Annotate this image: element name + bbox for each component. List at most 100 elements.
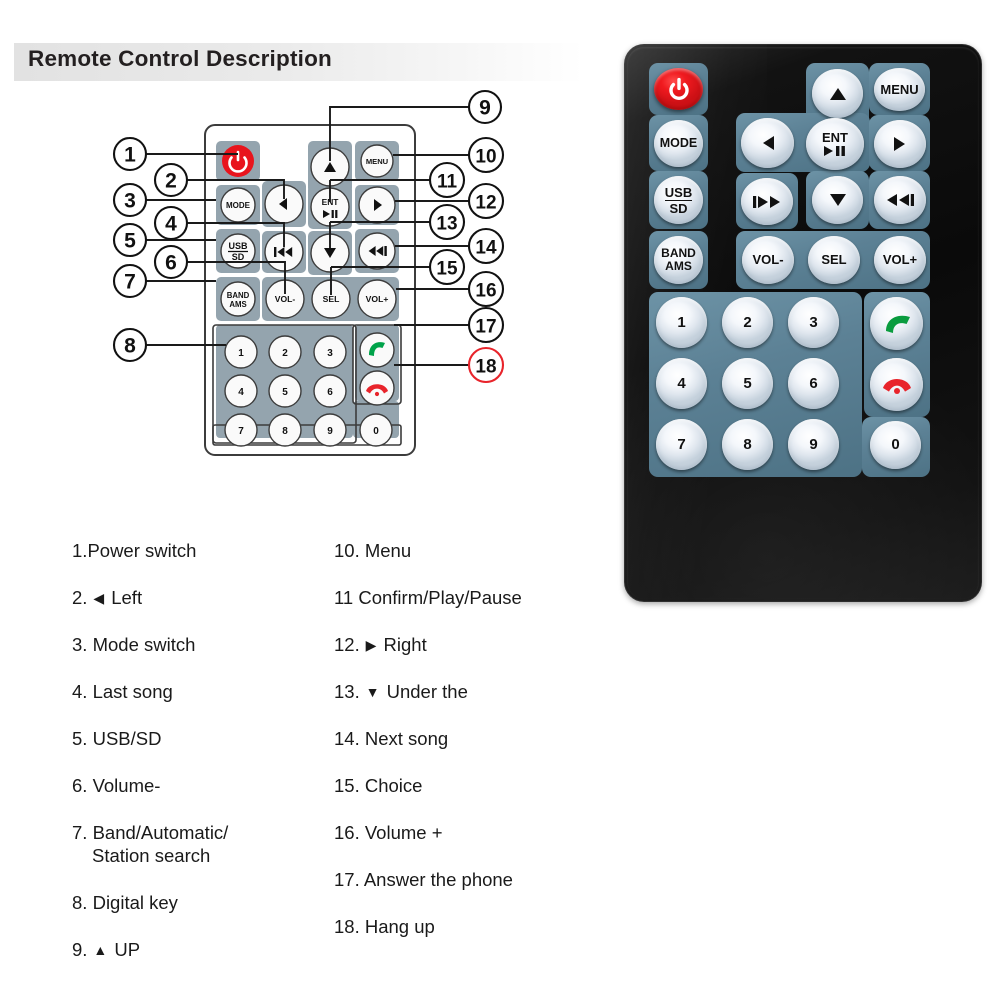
photo-menu-button[interactable]: MENU	[874, 68, 925, 111]
photo-digit-1[interactable]: 1	[656, 297, 707, 348]
photo-up-button[interactable]	[812, 69, 863, 118]
photo-vol-up-button[interactable]: VOL+	[874, 236, 926, 284]
legend-item-text: Answer the phone	[363, 869, 513, 890]
legend-item-glyph-icon: ▲	[89, 942, 108, 958]
photo-right-button[interactable]	[874, 120, 926, 168]
legend-item-number: 15.	[334, 775, 360, 796]
legend-item-14: 14. Next song	[334, 728, 448, 751]
legend-item-number: 18.	[334, 916, 360, 937]
callout-label: 2	[165, 170, 177, 193]
legend-item-text-continued: Station search	[92, 844, 211, 866]
legend-item-number: 2.	[72, 587, 88, 608]
legend-item-text: Right	[383, 634, 427, 655]
photo-digit-6[interactable]: 6	[788, 358, 839, 409]
svg-text:MODE: MODE	[226, 201, 251, 210]
callout-4: 4	[153, 205, 189, 241]
svg-text:SD: SD	[232, 252, 245, 262]
photo-hang-up-button[interactable]	[870, 358, 923, 411]
callout-label: 6	[165, 252, 177, 275]
callout-label: 13	[436, 214, 457, 235]
legend-item-8: 8. Digital key	[72, 892, 178, 915]
svg-text:AMS: AMS	[229, 300, 246, 309]
legend-item-number: 12.	[334, 634, 360, 655]
svg-text:3: 3	[327, 348, 333, 359]
legend-item-text: Last song	[87, 681, 173, 702]
remote-control-description-page: Remote Control Description MENU MODE ENT…	[0, 0, 1000, 1000]
photo-digit-3[interactable]: 3	[788, 297, 839, 348]
legend-item-text: Power switch	[87, 540, 197, 561]
legend-item-text: Volume-	[87, 775, 161, 796]
legend-item-text: Left	[111, 587, 143, 608]
callout-2: 2	[153, 162, 189, 198]
photo-vol-down-button[interactable]: VOL-	[742, 236, 794, 284]
legend-item-number: 16.	[334, 822, 360, 843]
callout-7: 7	[112, 263, 148, 299]
photo-prev-button[interactable]	[741, 178, 793, 225]
callout-label: 10	[475, 147, 496, 168]
photo-sel-button[interactable]: SEL	[808, 236, 860, 284]
callout-15: 15	[428, 248, 466, 286]
callout-label: 3	[124, 190, 136, 213]
photo-digit-0[interactable]: 0	[870, 421, 921, 469]
legend-item-number: 1.	[72, 540, 88, 561]
legend-item-text: Choice	[364, 775, 423, 796]
callout-label: 11	[437, 172, 458, 193]
photo-power-button[interactable]	[654, 68, 703, 110]
legend-item-number: 5.	[72, 728, 88, 749]
callout-9: 9	[467, 89, 503, 125]
callout-3: 3	[112, 182, 148, 218]
remote-diagram: MENU MODE ENT USB SD BAND AMS VOL- SEL V…	[0, 85, 600, 505]
callout-1: 1	[112, 136, 148, 172]
svg-text:MENU: MENU	[366, 157, 389, 166]
photo-usb-label: USB	[664, 184, 693, 201]
legend-item-10: 10. Menu	[334, 540, 411, 563]
svg-text:USB: USB	[228, 241, 248, 251]
svg-text:6: 6	[327, 387, 333, 398]
callout-8: 8	[112, 327, 148, 363]
photo-digit-2[interactable]: 2	[722, 297, 773, 348]
legend-item-number: 9.	[72, 939, 88, 960]
legend-item-3: 3. Mode switch	[72, 634, 195, 657]
photo-ent-button[interactable]: ENT	[806, 118, 864, 170]
callout-17: 17	[467, 306, 505, 344]
up-triangle-icon	[829, 87, 846, 100]
callout-13: 13	[428, 203, 466, 241]
legend-item-6: 6. Volume-	[72, 775, 160, 798]
photo-digit-4[interactable]: 4	[656, 358, 707, 409]
photo-down-button[interactable]	[812, 176, 863, 224]
next-track-icon	[887, 194, 914, 206]
legend-item-number: 13.	[334, 681, 360, 702]
photo-digit-7[interactable]: 7	[656, 419, 707, 470]
legend-item-15: 15. Choice	[334, 775, 422, 798]
legend-item-4: 4. Last song	[72, 681, 173, 704]
legend-item-number: 10.	[334, 540, 360, 561]
photo-digit-5[interactable]: 5	[722, 358, 773, 409]
photo-digit-9[interactable]: 9	[788, 419, 839, 470]
legend-item-text: Mode switch	[87, 634, 196, 655]
legend-list: 1.Power switch 2. ◀ Left 3. Mode switch 4. …	[0, 520, 620, 990]
callout-11: 11	[428, 161, 466, 199]
photo-left-button[interactable]	[741, 118, 794, 168]
svg-text:7: 7	[238, 426, 244, 437]
legend-item-text: Next song	[364, 728, 449, 749]
play-pause-icon	[824, 146, 845, 156]
photo-mode-button[interactable]: MODE	[654, 120, 703, 167]
page-title: Remote Control Description	[28, 46, 332, 71]
photo-ams-label: AMS	[665, 259, 692, 273]
legend-item-number: 4.	[72, 681, 88, 702]
legend-item-16: 16. Volume +	[334, 822, 443, 845]
callout-label: 9	[479, 97, 491, 120]
photo-answer-call-button[interactable]	[870, 297, 923, 350]
legend-item-text: Hang up	[364, 916, 435, 937]
photo-usb-sd-button[interactable]: USB SD	[654, 176, 703, 224]
photo-next-button[interactable]	[874, 176, 926, 224]
photo-band-ams-button[interactable]: BAND AMS	[654, 236, 703, 284]
legend-item-1: 1.Power switch	[72, 540, 196, 563]
svg-text:8: 8	[282, 426, 288, 437]
power-icon	[668, 77, 689, 100]
previous-track-icon	[753, 195, 780, 208]
callout-label: 14	[475, 238, 497, 259]
photo-digit-8[interactable]: 8	[722, 419, 773, 470]
hang-up-icon	[882, 378, 911, 394]
legend-item-11: 11 Confirm/Play/Pause	[334, 587, 522, 610]
